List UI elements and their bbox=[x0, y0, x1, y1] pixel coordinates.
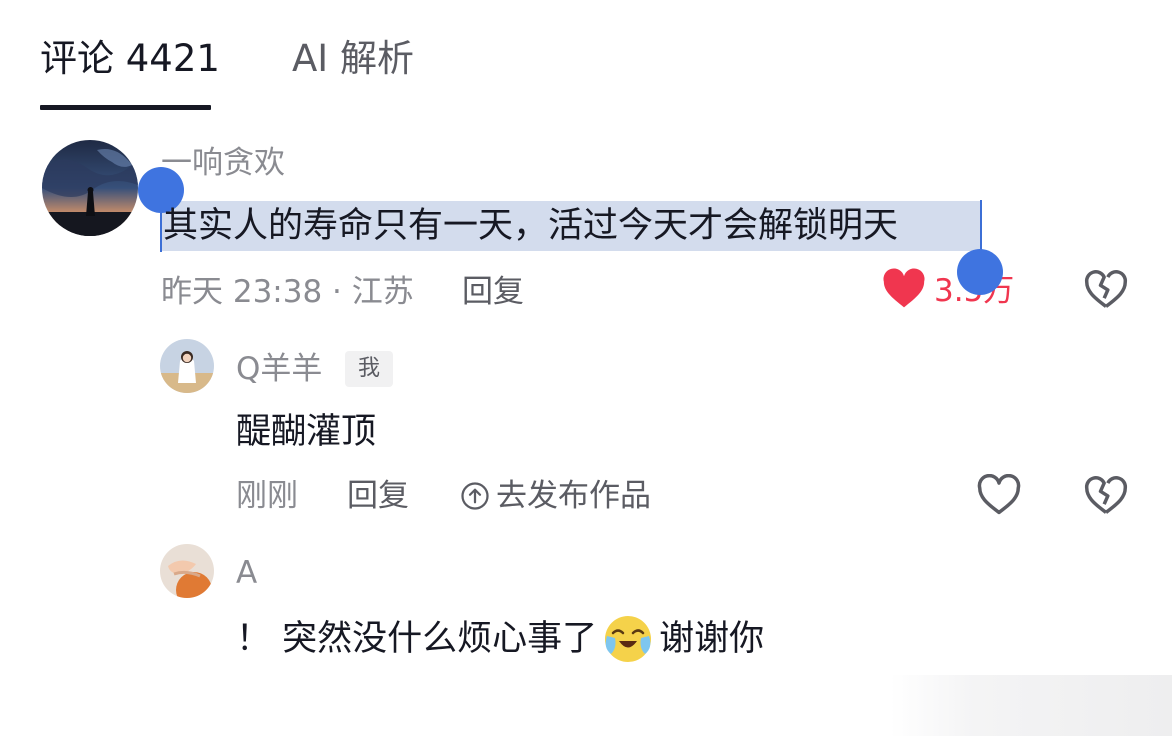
comment-time-location: 昨天 23:38 · 江苏 bbox=[161, 274, 414, 310]
avatar[interactable] bbox=[42, 140, 138, 236]
heart-icon bbox=[883, 268, 925, 308]
selection-end-handle[interactable] bbox=[957, 249, 1003, 295]
reply-text[interactable]: ！ 突然没什么烦心事了 谢谢你 bbox=[236, 614, 764, 664]
publish-work-label: 去发布作品 bbox=[496, 478, 651, 514]
tab-comments[interactable]: 评论 4421 bbox=[40, 36, 220, 82]
reply-text[interactable]: 醍醐灌顶 bbox=[236, 410, 376, 454]
comments-panel: 评论 4421 AI 解析 一响贪欢 其实人的寿命只有一天，活过今天才会解锁明天… bbox=[0, 0, 1172, 736]
reply-text-suffix: 谢谢你 bbox=[659, 619, 765, 659]
dislike-button[interactable] bbox=[1084, 474, 1128, 520]
heart-icon bbox=[977, 473, 1021, 515]
upload-circle-icon bbox=[461, 482, 489, 510]
reply-username[interactable]: Q羊羊 bbox=[236, 349, 322, 389]
broken-heart-icon bbox=[1085, 270, 1127, 308]
blurred-bottom-bar bbox=[890, 675, 1172, 736]
reply-button[interactable]: 回复 bbox=[347, 477, 409, 515]
avatar[interactable] bbox=[160, 339, 214, 393]
reply-time: 刚刚 bbox=[236, 478, 298, 514]
active-tab-indicator bbox=[40, 105, 211, 110]
author-badge: 我 bbox=[345, 351, 393, 387]
like-button[interactable] bbox=[977, 473, 1021, 520]
reply-username[interactable]: A bbox=[236, 553, 257, 593]
broken-heart-icon bbox=[1085, 476, 1127, 514]
tab-ai-analysis[interactable]: AI 解析 bbox=[292, 36, 414, 82]
comment-text[interactable]: 其实人的寿命只有一天，活过今天才会解锁明天 bbox=[163, 204, 898, 248]
crying-laughing-emoji-icon bbox=[605, 616, 652, 662]
publish-work-button[interactable]: 去发布作品 bbox=[460, 477, 651, 515]
avatar[interactable] bbox=[160, 544, 214, 598]
reply-button[interactable]: 回复 bbox=[462, 273, 524, 311]
reply-text-prefix: ！ 突然没什么烦心事了 bbox=[236, 619, 598, 659]
like-button[interactable] bbox=[882, 268, 926, 314]
selection-end-caret bbox=[980, 200, 982, 256]
dislike-button[interactable] bbox=[1084, 268, 1128, 314]
